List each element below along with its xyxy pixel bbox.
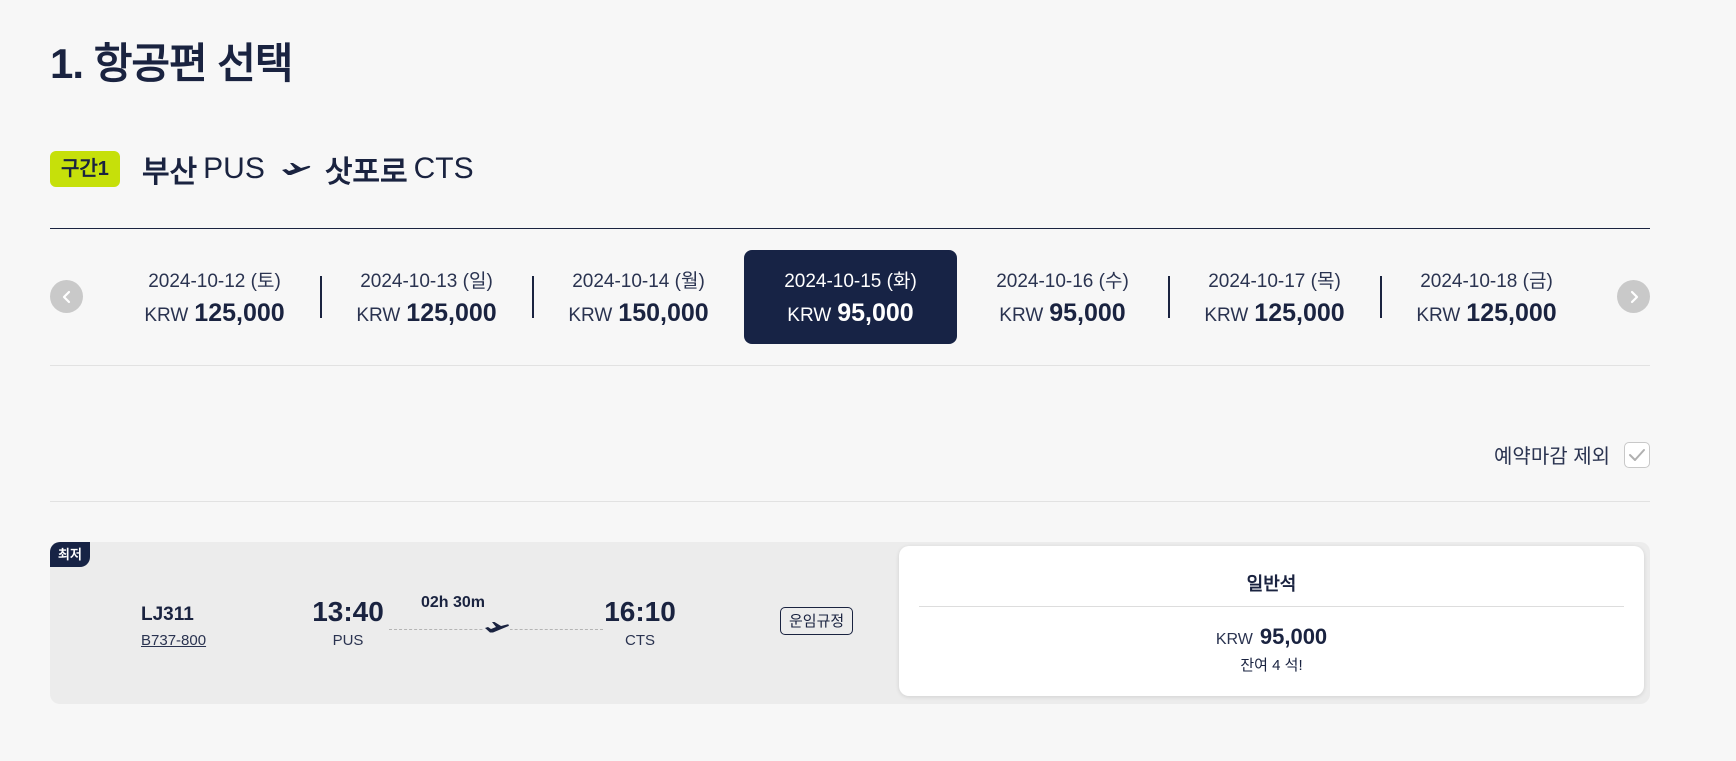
date-currency: KRW — [1416, 305, 1461, 326]
date-price: 125,000 — [1466, 299, 1557, 327]
date-currency: KRW — [999, 305, 1044, 326]
arrival-time: 16:10 — [604, 596, 676, 627]
date-option[interactable]: 2024-10-12 (토) KRW 125,000 — [108, 250, 321, 344]
departure-time: 13:40 — [312, 596, 384, 627]
fare-amount: 95,000 — [1259, 624, 1328, 649]
date-currency: KRW — [787, 305, 832, 326]
date-label: 2024-10-16 (수) — [996, 271, 1129, 292]
date-currency: KRW — [356, 305, 401, 326]
date-price: 125,000 — [1254, 299, 1345, 327]
date-label: 2024-10-18 (금) — [1420, 271, 1553, 292]
origin-city: 부산 — [141, 156, 198, 189]
filter-divider — [50, 501, 1650, 502]
flight-card: 최저 LJ311 B737-800 13:40 PUS 02h 30m 16:1… — [50, 542, 1650, 704]
date-currency: KRW — [568, 305, 613, 326]
fare-price: KRW 95,000 — [899, 624, 1644, 650]
date-label: 2024-10-14 (월) — [572, 271, 705, 292]
date-currency: KRW — [1204, 305, 1249, 326]
flight-duration: 02h 30m — [420, 594, 486, 611]
date-label: 2024-10-12 (토) — [148, 271, 281, 292]
aircraft-type-link[interactable]: B737-800 — [141, 632, 206, 649]
flight-number: LJ311 — [141, 604, 194, 625]
page-title: 1. 항공편 선택 — [50, 40, 294, 87]
date-option[interactable]: 2024-10-18 (금) KRW 125,000 — [1380, 250, 1593, 344]
check-icon — [1629, 448, 1645, 461]
economy-fare-option[interactable]: 일반석 KRW 95,000 잔여 4 석! — [899, 546, 1644, 696]
arrival-airport: CTS — [625, 632, 655, 649]
airplane-icon — [281, 161, 311, 177]
date-currency: KRW — [144, 305, 189, 326]
date-strip-divider — [50, 365, 1650, 366]
exclude-closed-checkbox[interactable] — [1624, 441, 1650, 468]
date-option-selected[interactable]: 2024-10-15 (화) KRW 95,000 — [744, 250, 957, 344]
date-strip: 2024-10-12 (토) KRW 125,000 2024-10-13 (일)… — [108, 250, 1600, 344]
date-option[interactable]: 2024-10-14 (월) KRW 150,000 — [532, 250, 745, 344]
date-price: 95,000 — [837, 299, 914, 327]
date-label: 2024-10-15 (화) — [784, 271, 917, 292]
date-price: 95,000 — [1049, 299, 1126, 327]
date-price: 125,000 — [194, 299, 285, 327]
segment-divider — [50, 228, 1650, 229]
departure-block: 13:40 PUS — [293, 596, 403, 649]
date-price: 125,000 — [406, 299, 497, 327]
departure-airport: PUS — [332, 632, 364, 649]
prev-dates-button[interactable] — [50, 280, 83, 313]
airplane-icon — [484, 619, 510, 640]
fare-rules-button[interactable]: 운임규정 — [780, 607, 854, 635]
segment-header: 구간1 부산 PUS 삿포로 CTS — [50, 150, 474, 189]
date-option[interactable]: 2024-10-13 (일) KRW 125,000 — [320, 250, 533, 344]
destination-code: CTS — [413, 152, 474, 185]
exclude-closed-filter: 예약마감 제외 — [1494, 440, 1650, 469]
fare-class-name: 일반석 — [1246, 574, 1297, 594]
date-label: 2024-10-13 (일) — [360, 271, 493, 292]
date-option[interactable]: 2024-10-17 (목) KRW 125,000 — [1168, 250, 1381, 344]
origin-code: PUS — [203, 152, 265, 185]
date-label: 2024-10-17 (목) — [1208, 271, 1341, 292]
seats-remaining: 잔여 4 석! — [1240, 657, 1303, 674]
destination-city: 삿포로 — [324, 156, 408, 189]
segment-badge: 구간1 — [50, 151, 120, 187]
chevron-right-icon — [1630, 290, 1638, 303]
fare-divider — [919, 606, 1624, 607]
arrival-block: 16:10 CTS — [585, 596, 695, 649]
lowest-price-badge: 최저 — [50, 542, 90, 567]
exclude-closed-label: 예약마감 제외 — [1494, 446, 1610, 468]
chevron-left-icon — [62, 290, 70, 303]
fare-currency: KRW — [1215, 631, 1253, 648]
next-dates-button[interactable] — [1617, 280, 1650, 313]
date-option[interactable]: 2024-10-16 (수) KRW 95,000 — [956, 250, 1169, 344]
date-price: 150,000 — [618, 299, 709, 327]
